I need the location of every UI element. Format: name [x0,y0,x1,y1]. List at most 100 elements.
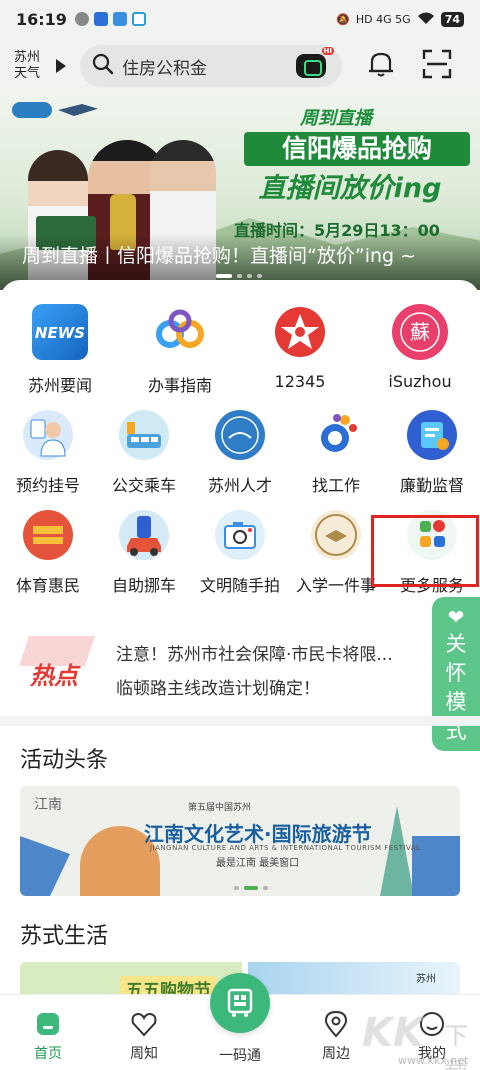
zhoudao-live-logo: 周到直播 [300,108,372,129]
watermark-url: www.kkx.net [398,1054,469,1067]
carousel-dot [257,274,262,278]
hot-news-item[interactable]: 临顿路主线改造计划确定！ [116,674,422,699]
service-label: 找工作 [311,476,360,495]
service-12345[interactable]: 12345 [240,304,360,396]
heart-icon: ❤ [447,605,465,629]
carousel-indicator [234,886,268,890]
service-label: 苏州要闻 [27,376,92,395]
carousel-indicator [216,274,262,278]
banner-headline: 信阳爆品抢购 [244,132,470,166]
svg-text:蘇: 蘇 [410,320,430,344]
section-title-life: 苏式生活 [20,924,109,949]
app-icon [131,12,146,26]
service-move-car[interactable]: 自助挪车 [96,510,192,596]
sponsor-logos [12,102,102,118]
carousel-dot [244,886,258,890]
service-isuzhou[interactable]: 蘇 iSuzhou [360,304,480,396]
guide-icon [152,304,208,360]
service-enrollment[interactable]: 入学一件事 [288,510,384,596]
activity-banner[interactable]: 江南 第五届中国苏州 江南文化艺术·国际旅游节 JIANGNAN CULTURE… [20,786,460,896]
status-indicators: 🔕 HD 4G 5G 74 [336,11,464,28]
watermark: KK 下载 www.kkx.net [362,1010,478,1070]
service-supervision[interactable]: 廉勤监督 [384,410,480,496]
status-bar: 16:19 🔕 HD 4G 5G 74 [0,0,480,38]
bell-icon[interactable] [366,49,396,83]
carousel-dot [247,274,252,278]
hot-news-item[interactable]: 注意！苏州市社会保障·市民卡将限... [116,640,422,665]
service-label: 12345 [274,372,326,391]
hotline-icon [272,304,328,360]
nav-notice[interactable]: 周知 [104,1009,184,1063]
banner-decoration [20,836,70,896]
carousel-dot [263,886,268,890]
service-label: 办事指南 [147,376,212,395]
suzhou-card-text: 苏州 [416,974,436,985]
live-banner[interactable]: 周到直播 信阳爆品抢购 直播间放价ing 直播时间：5月29日13：00 周到直… [0,94,480,290]
search-icon [92,53,114,79]
carousel-dot [237,274,242,278]
service-label: 公交乘车 [111,476,176,495]
care-mode-tab[interactable]: ❤ 关 怀 模 式 [432,597,480,751]
app-icon [93,12,108,26]
service-row: NEWS 苏州要闻 办事指南 12345 蘇 iSuzhou [0,304,480,396]
service-guide[interactable]: 办事指南 [120,304,240,396]
bird-logo-icon [58,104,98,116]
care-mode-char: 关 [445,632,467,656]
care-mode-char: 怀 [445,661,467,685]
service-bus[interactable]: 公交乘车 [96,410,192,496]
service-label: 自助挪车 [111,576,176,595]
banner-subheadline: 直播间放价ing [258,173,442,204]
battery-icon: 74 [440,11,464,27]
voice-assistant-icon[interactable] [296,47,334,78]
divider [0,716,480,726]
mute-icon: 🔕 [336,12,350,26]
highlight-annotation [371,515,479,587]
job-icon [311,410,361,460]
weather-button[interactable]: 苏州 天气 [14,50,52,82]
hot-news[interactable]: 热点 注意！苏州市社会保障·市民卡将限... 临顿路主线改造计划确定！ [0,622,430,714]
service-sports[interactable]: 体育惠民 [0,510,96,596]
service-civilized-photo[interactable]: 文明随手拍 [192,510,288,596]
watermark-letters: KK [362,1010,424,1056]
service-label: 廉勤监督 [399,476,464,495]
heart-icon [129,1009,159,1039]
service-doctor-appointment[interactable]: 预约挂号 [0,410,96,496]
weather-city: 苏州 [14,50,41,65]
network-label: HD 4G 5G [355,12,411,26]
nav-home[interactable]: 首页 [8,1009,88,1063]
app-icon [112,12,127,26]
doctor-icon [23,410,73,460]
isuzhou-icon: 蘇 [392,304,448,360]
service-row: 预约挂号 公交乘车 苏州人才 找工作 廉勤监督 [0,410,480,496]
service-label: 预约挂号 [15,476,80,495]
banner-caption: 周到直播丨信阳爆品抢购！直播间“放价”ing ~ [22,245,417,267]
service-talent[interactable]: 苏州人才 [192,410,288,496]
app-header: 苏州 天气 住房公积金 [0,38,480,94]
camera-icon [215,510,265,560]
bus-icon [119,410,169,460]
qr-code-button[interactable] [210,973,270,1033]
scan-icon[interactable] [422,49,452,83]
supervision-icon [407,410,457,460]
care-mode-char: 模 [445,690,467,714]
qr-code-icon [227,988,253,1017]
notification-icon [74,12,89,26]
home-icon [33,1009,63,1039]
festival-title: 江南文化艺术·国际旅游节 [144,822,372,846]
nav-label: 周知 [130,1046,158,1062]
nav-label: 首页 [34,1046,62,1062]
play-arrow-icon[interactable] [56,59,66,73]
festival-edition: 第五届中国苏州 [188,803,252,813]
weather-label: 天气 [14,66,41,81]
news-icon: NEWS [32,304,88,360]
search-input[interactable]: 住房公积金 [80,45,342,87]
service-news[interactable]: NEWS 苏州要闻 [0,304,120,396]
festival-logo: 江南 [34,797,62,813]
service-job[interactable]: 找工作 [288,410,384,496]
nav-label[interactable]: 一码通 [200,1045,280,1065]
education-icon [311,510,361,560]
search-placeholder: 住房公积金 [122,58,207,79]
svg-text:NEWS: NEWS [35,324,85,342]
service-label: 入学一件事 [295,576,376,595]
sports-icon [23,510,73,560]
